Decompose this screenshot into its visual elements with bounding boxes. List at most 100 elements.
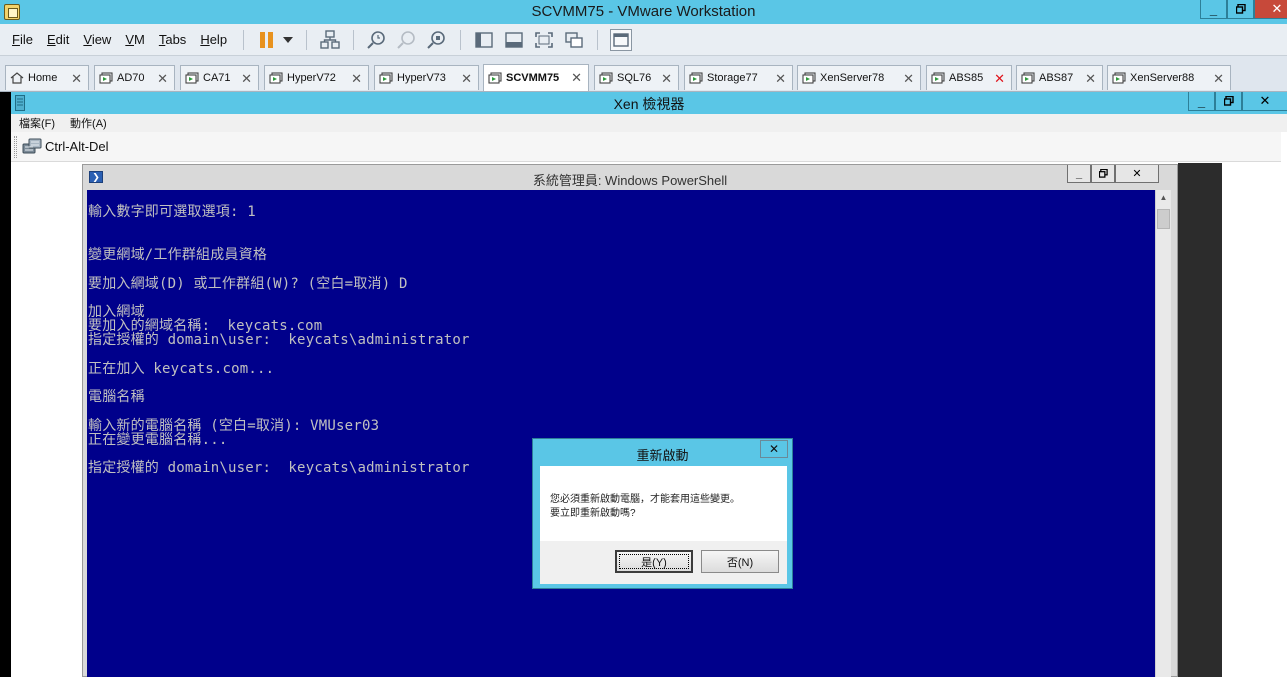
close-tab-icon[interactable]: ✕ <box>351 71 362 87</box>
snapshot-manager-icon <box>427 30 445 49</box>
dialog-close-button[interactable]: ✕ <box>760 440 788 458</box>
tab-label: CA71 <box>203 72 231 84</box>
close-tab-icon[interactable]: ✕ <box>903 71 914 87</box>
tab-hyperv72[interactable]: HyperV72 ✕ <box>264 65 369 90</box>
powershell-console[interactable]: 輸入數字即可選取選項: 1 變更網域/工作群組成員資格 要加入網域(D) 或工作… <box>87 190 1155 677</box>
dialog-message-area: 您必須重新啟動電腦，才能套用這些變更。 要立即重新啟動嗎? <box>540 466 787 541</box>
vm-icon <box>488 72 502 84</box>
console-view-button[interactable] <box>610 28 633 51</box>
restart-dialog: 重新啟動 ✕ 您必須重新啟動電腦，才能套用這些變更。 要立即重新啟動嗎? 是(Y… <box>532 438 793 589</box>
xen-restore-button[interactable] <box>1215 92 1242 111</box>
minimize-icon: _ <box>1209 1 1218 17</box>
vm-icon <box>269 72 283 84</box>
vmware-titlebar: SCVMM75 - VMware Workstation _ ✕ <box>0 0 1287 24</box>
show-library-button[interactable] <box>473 29 495 51</box>
close-tab-icon[interactable]: ✕ <box>994 71 1005 87</box>
close-tab-icon[interactable]: ✕ <box>241 71 252 87</box>
snapshot-manager-button[interactable] <box>426 29 448 51</box>
close-button[interactable]: ✕ <box>1254 0 1287 19</box>
tab-label: HyperV73 <box>397 72 446 84</box>
minimize-button[interactable]: _ <box>1200 0 1227 19</box>
vm-console-border <box>0 92 11 677</box>
ps-restore-button[interactable] <box>1091 165 1115 183</box>
console-line: 要加入的網域名稱: keycats.com <box>88 318 323 334</box>
scrollbar-thumb[interactable] <box>1157 209 1170 229</box>
console-view-icon <box>613 32 629 47</box>
menu-file[interactable]: File <box>12 32 33 47</box>
console-line: 正在加入 keycats.com... <box>88 361 275 377</box>
powershell-titlebar: ❯ 系統管理員: Windows PowerShell _ ✕ <box>83 165 1177 190</box>
vm-icon <box>599 72 613 84</box>
menu-help[interactable]: Help <box>200 32 227 47</box>
tab-hyperv73[interactable]: HyperV73 ✕ <box>374 65 479 90</box>
ps-close-button[interactable]: ✕ <box>1115 165 1159 183</box>
console-line: 變更網域/工作群組成員資格 <box>88 247 268 263</box>
tab-scvmm75[interactable]: SCVMM75 ✕ <box>483 64 589 91</box>
suspend-button[interactable] <box>256 29 278 51</box>
toolbar-separator <box>597 29 599 50</box>
ps-minimize-button[interactable]: _ <box>1067 165 1091 183</box>
thumbnail-bar-button[interactable] <box>503 29 525 51</box>
xen-minimize-button[interactable]: _ <box>1188 92 1215 111</box>
console-line: 輸入新的電腦名稱 (空白=取消): VMUser03 <box>88 418 380 434</box>
menu-view[interactable]: View <box>83 32 111 47</box>
tab-ad70[interactable]: AD70 ✕ <box>94 65 175 90</box>
close-tab-icon[interactable]: ✕ <box>461 71 472 87</box>
restore-icon <box>1098 169 1108 178</box>
menu-vm[interactable]: VM <box>125 32 145 47</box>
scroll-up-icon[interactable]: ▲ <box>1156 190 1171 206</box>
xen-menu-action[interactable]: 動作(A) <box>70 115 107 131</box>
tab-label: AD70 <box>117 72 145 84</box>
console-line: 要加入網域(D) 或工作群組(W)? (空白=取消) D <box>88 276 408 292</box>
restore-icon <box>1235 4 1246 14</box>
console-background <box>1178 163 1222 677</box>
sidebar-icon <box>475 31 493 48</box>
tab-xenserver88[interactable]: XenServer88 ✕ <box>1107 65 1231 90</box>
close-icon: ✕ <box>1259 93 1271 108</box>
close-icon: ✕ <box>1132 168 1142 180</box>
tab-abs85[interactable]: ABS85 ✕ <box>926 65 1012 90</box>
close-tab-icon[interactable]: ✕ <box>571 70 582 86</box>
unity-button[interactable] <box>563 29 585 51</box>
close-tab-icon[interactable]: ✕ <box>1085 71 1096 87</box>
tab-abs87[interactable]: ABS87 ✕ <box>1016 65 1103 90</box>
console-line: 指定授權的 domain\user: keycats\administrator <box>88 460 470 476</box>
tab-storage77[interactable]: Storage77 ✕ <box>684 65 793 90</box>
fullscreen-icon <box>535 31 553 48</box>
full-screen-button[interactable] <box>533 29 555 51</box>
revert-snapshot-button[interactable] <box>396 29 418 51</box>
close-tab-icon[interactable]: ✕ <box>157 71 168 87</box>
vm-icon <box>802 72 816 84</box>
close-icon: ✕ <box>1271 1 1283 16</box>
power-dropdown[interactable] <box>282 29 294 51</box>
ctrl-alt-del-button[interactable]: Ctrl-Alt-Del <box>21 135 109 157</box>
menu-tabs[interactable]: Tabs <box>159 32 186 47</box>
close-tab-icon[interactable]: ✕ <box>661 71 672 87</box>
tab-label: XenServer88 <box>1130 72 1195 84</box>
close-tab-icon[interactable]: ✕ <box>1213 71 1224 87</box>
vertical-scrollbar[interactable]: ▲ <box>1155 190 1171 677</box>
menu-edit[interactable]: Edit <box>47 32 69 47</box>
tab-label: SCVMM75 <box>506 72 560 84</box>
window-controls: _ ✕ <box>1200 0 1287 19</box>
thumbnail-icon <box>505 31 523 48</box>
snapshot-button[interactable] <box>366 29 388 51</box>
console-line: 電腦名稱 <box>88 389 145 405</box>
no-button[interactable]: 否(N) <box>701 550 779 573</box>
tab-xenserver78[interactable]: XenServer78 ✕ <box>797 65 921 90</box>
xen-menu-file[interactable]: 檔案(F) <box>19 115 55 131</box>
send-cad-button[interactable] <box>319 29 341 51</box>
tab-sql76[interactable]: SQL76 ✕ <box>594 65 679 90</box>
close-icon: ✕ <box>768 442 780 456</box>
close-tab-icon[interactable]: ✕ <box>775 71 786 87</box>
xen-close-button[interactable]: ✕ <box>1242 92 1287 111</box>
tab-label: Storage77 <box>707 72 758 84</box>
tab-ca71[interactable]: CA71 ✕ <box>180 65 259 90</box>
restore-button[interactable] <box>1227 0 1254 19</box>
close-tab-icon[interactable]: ✕ <box>71 71 82 87</box>
restore-icon <box>1223 96 1234 106</box>
console-line: 加入網域 <box>88 304 145 320</box>
tab-home[interactable]: Home ✕ <box>5 65 89 90</box>
tab-label: SQL76 <box>617 72 652 84</box>
yes-button[interactable]: 是(Y) <box>615 550 693 573</box>
